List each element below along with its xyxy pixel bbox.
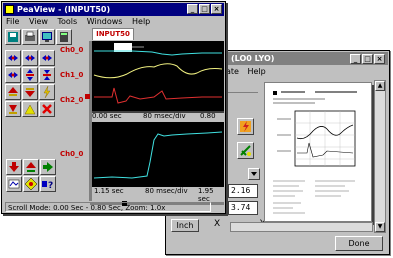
time-tick-start: 0.00 sec <box>92 112 122 120</box>
window-title: (LO0 LYO) <box>231 54 275 63</box>
channel-label: Ch2_0 <box>60 96 84 104</box>
channel-label: Ch0_0 <box>60 46 84 54</box>
dropdown-arrow-icon[interactable] <box>248 168 260 180</box>
x-axis-label: X <box>214 219 221 229</box>
up-icon[interactable] <box>5 84 21 100</box>
window-title-bar[interactable]: PeaView - (INPUT50) _ □ × <box>3 3 224 16</box>
menu-item-help[interactable]: Help <box>132 17 150 26</box>
print-icon[interactable] <box>22 29 38 45</box>
compress-icon[interactable] <box>39 67 55 83</box>
paint-icon[interactable] <box>6 176 22 192</box>
scroll-down-icon[interactable]: ▼ <box>375 222 385 232</box>
close-icon[interactable] <box>39 101 55 117</box>
channel-label: Ch1_0 <box>60 71 84 79</box>
menu-bar: ate Help <box>226 66 388 77</box>
page-thumbnail <box>273 91 357 214</box>
down-icon[interactable] <box>22 84 38 100</box>
time-tick-start: 1.15 sec <box>94 187 124 195</box>
minimize-button[interactable]: _ <box>350 54 361 64</box>
x-value-field[interactable]: 2.16 <box>228 184 258 198</box>
channel-marker <box>85 94 90 99</box>
waveform-plot-overview[interactable] <box>92 41 224 113</box>
divider <box>228 92 258 97</box>
lightning-tool-icon[interactable] <box>237 118 254 135</box>
lightning-icon[interactable] <box>39 84 55 100</box>
arrow-down-icon[interactable] <box>6 159 22 175</box>
minimize-button[interactable]: _ <box>187 4 198 14</box>
waveform-traces <box>92 43 224 113</box>
chart-icon[interactable] <box>23 176 39 192</box>
unit-button[interactable]: Inch <box>171 219 199 232</box>
zoom-icon[interactable] <box>22 101 38 117</box>
waveform-trace <box>93 131 223 179</box>
help-icon[interactable]: ? <box>40 176 56 192</box>
svg-text:?: ? <box>48 181 53 191</box>
waveform-plot-detail[interactable] <box>92 122 224 187</box>
done-button[interactable]: Done <box>335 236 383 251</box>
channel-label: Ch0_0 <box>60 150 84 158</box>
arrows-icon[interactable] <box>22 50 38 66</box>
status-bar: Scroll Mode: 0.00 Sec - 0.80 Sec, Zoom: … <box>5 202 211 212</box>
time-scale-label: 80 msec/div <box>143 112 186 120</box>
time-scale-label: 80 msec/div <box>145 187 188 195</box>
arrows-icon[interactable] <box>5 50 21 66</box>
close-button[interactable]: × <box>211 4 222 14</box>
menu-item-tools[interactable]: Tools <box>57 17 77 26</box>
print-page-preview <box>264 82 372 222</box>
window-title: PeaView - (INPUT50) <box>17 5 111 14</box>
arrow-right-icon[interactable] <box>40 159 56 175</box>
scroll-up-icon[interactable]: ▲ <box>375 81 385 91</box>
vertical-scrollbar[interactable]: ▲ ▼ <box>374 80 386 233</box>
arrows-icon[interactable] <box>5 67 21 83</box>
arrow-up-icon[interactable] <box>23 159 39 175</box>
peaview-main-window: PeaView - (INPUT50) _ □ × File View Tool… <box>1 1 226 214</box>
menu-item-help[interactable]: Help <box>248 67 266 76</box>
save-icon[interactable] <box>5 29 21 45</box>
menu-item-ate[interactable]: ate <box>226 67 239 76</box>
close-button[interactable]: × <box>374 54 385 64</box>
zoom-icon[interactable] <box>5 101 21 117</box>
y-value-field[interactable]: 3.74 <box>228 201 258 215</box>
window-title-bar[interactable]: (LO0 LYO) _ □ × <box>226 52 388 65</box>
maximize-button[interactable]: □ <box>199 4 210 14</box>
menu-item-view[interactable]: View <box>29 17 48 26</box>
app-icon <box>5 5 14 14</box>
menu-item-file[interactable]: File <box>6 17 19 26</box>
tab-input50[interactable]: INPUT50 <box>92 28 134 40</box>
maximize-button[interactable]: □ <box>362 54 373 64</box>
arrows-icon[interactable] <box>39 50 55 66</box>
monitor-icon[interactable] <box>39 29 55 45</box>
calculator-icon[interactable] <box>56 29 72 45</box>
expand-icon[interactable] <box>22 67 38 83</box>
horizontal-scrollbar[interactable] <box>230 222 373 232</box>
paint-tool-icon[interactable] <box>237 142 254 159</box>
menu-bar: File View Tools Windows Help <box>3 16 224 27</box>
menu-item-windows[interactable]: Windows <box>87 17 123 26</box>
